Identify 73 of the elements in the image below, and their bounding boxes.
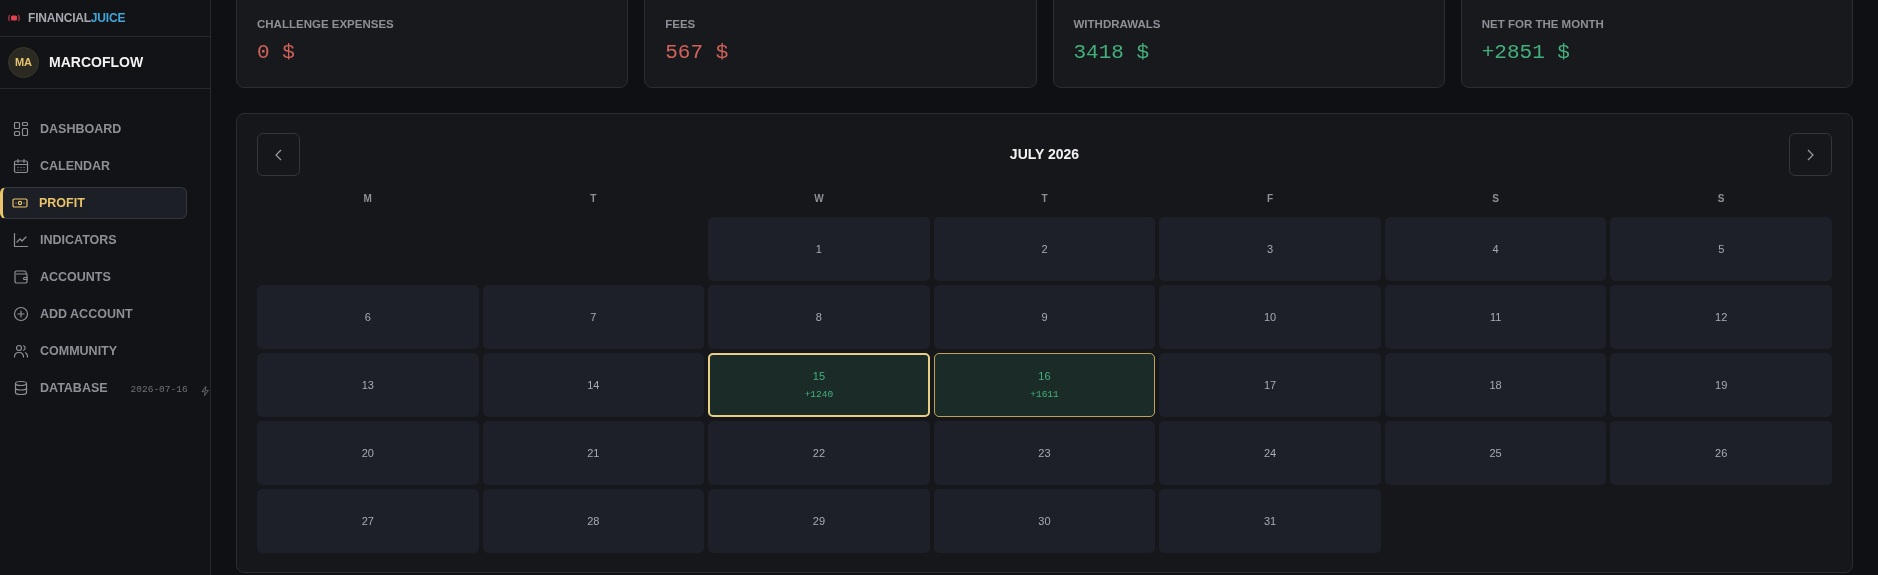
day-cell[interactable]: 25 xyxy=(1384,421,1607,485)
day-cell[interactable]: 27 xyxy=(257,489,479,553)
nav-item[interactable]: ADD ACCOUNT xyxy=(0,298,187,330)
chevron-right-icon xyxy=(1805,148,1816,161)
broadcast-icon xyxy=(8,14,20,22)
day-cell[interactable]: 9 xyxy=(933,285,1156,349)
stat-label: FEES xyxy=(665,17,697,32)
day-cell[interactable]: 19 xyxy=(1610,353,1832,417)
day-cell[interactable]: 17 xyxy=(1159,353,1381,417)
stat-value: +2851 $ xyxy=(1481,40,1571,67)
day-cell[interactable]: 8 xyxy=(708,285,930,349)
day-cell[interactable]: 24 xyxy=(1159,421,1381,485)
day-cell[interactable]: 31 xyxy=(1159,489,1381,553)
nav-item[interactable]: CALENDAR xyxy=(0,150,187,182)
day-cell[interactable]: 3 xyxy=(1159,217,1381,281)
next-month-button[interactable] xyxy=(1789,133,1832,176)
weekday-label: T xyxy=(1040,192,1049,206)
grid-icon xyxy=(13,121,29,137)
day-cell[interactable]: 22 xyxy=(708,421,930,485)
calendar-icon xyxy=(13,158,29,174)
stat-label: WITHDRAWALS xyxy=(1073,17,1162,32)
day-cell[interactable]: 20 xyxy=(257,421,479,485)
day-cell[interactable]: 28 xyxy=(482,489,705,553)
stat-label: NET FOR THE MONTH xyxy=(1481,17,1605,32)
lightning-icon xyxy=(199,384,210,397)
previous-month-button[interactable] xyxy=(257,133,300,176)
day-cell[interactable]: 14 xyxy=(482,353,705,417)
line-chart-icon xyxy=(13,232,29,248)
nav-item[interactable]: COMMUNITY xyxy=(0,335,187,367)
month-title: JULY 2026 xyxy=(1009,145,1080,164)
day-cell[interactable]: 21 xyxy=(482,421,705,485)
day-cell[interactable]: 29 xyxy=(708,489,930,553)
stat-value: 0 $ xyxy=(257,40,296,67)
nav-item[interactable]: PROFIT xyxy=(0,187,187,219)
nav-item[interactable]: DASHBOARD xyxy=(0,113,187,145)
plus-circle-icon xyxy=(13,306,29,322)
logo-text: FINANCIALJUICE xyxy=(28,10,126,27)
weekday-label: S xyxy=(1716,192,1726,206)
day-cell[interactable]: 5 xyxy=(1610,217,1832,281)
user-name: MARCOFLOW xyxy=(49,53,144,72)
weekday-label: M xyxy=(362,192,373,206)
day-cell[interactable]: 7 xyxy=(482,285,705,349)
day-cell[interactable]: 11 xyxy=(1384,285,1607,349)
day-cell[interactable]: 15 +1240 xyxy=(708,353,930,417)
stat-value: 567 $ xyxy=(665,40,730,67)
nav-item[interactable]: DATABASE xyxy=(0,372,115,404)
day-cell[interactable]: 6 xyxy=(257,285,479,349)
day-cell[interactable]: 23 xyxy=(933,421,1156,485)
weekday-label: F xyxy=(1266,192,1275,206)
stat-value: 3418 $ xyxy=(1073,40,1151,67)
day-cell[interactable]: 1 xyxy=(708,217,930,281)
banknote-icon xyxy=(12,195,28,211)
database-icon xyxy=(13,380,29,396)
nav-item[interactable]: INDICATORS xyxy=(0,224,187,256)
day-cell[interactable]: 18 xyxy=(1384,353,1607,417)
day-cell[interactable]: 4 xyxy=(1384,217,1607,281)
day-cell[interactable]: 10 xyxy=(1159,285,1381,349)
chevron-left-icon xyxy=(273,148,284,161)
weekday-label: T xyxy=(589,192,598,206)
users-icon xyxy=(13,343,29,359)
nav-item[interactable]: ACCOUNTS xyxy=(0,261,187,293)
date-label: 2026-07-16 xyxy=(130,383,188,398)
day-cell[interactable]: 13 xyxy=(257,353,479,417)
day-cell[interactable]: 12 xyxy=(1610,285,1832,349)
weekday-label: S xyxy=(1491,192,1500,206)
weekday-label: W xyxy=(813,192,825,206)
day-cell[interactable]: 26 xyxy=(1610,421,1832,485)
day-cell[interactable]: 30 xyxy=(933,489,1156,553)
day-cell[interactable]: 2 xyxy=(933,217,1156,281)
avatar: MA xyxy=(8,47,39,78)
day-cell[interactable]: 16 +1611 xyxy=(933,353,1156,417)
wallet-icon xyxy=(13,269,29,285)
stat-label: CHALLENGE EXPENSES xyxy=(257,17,395,32)
